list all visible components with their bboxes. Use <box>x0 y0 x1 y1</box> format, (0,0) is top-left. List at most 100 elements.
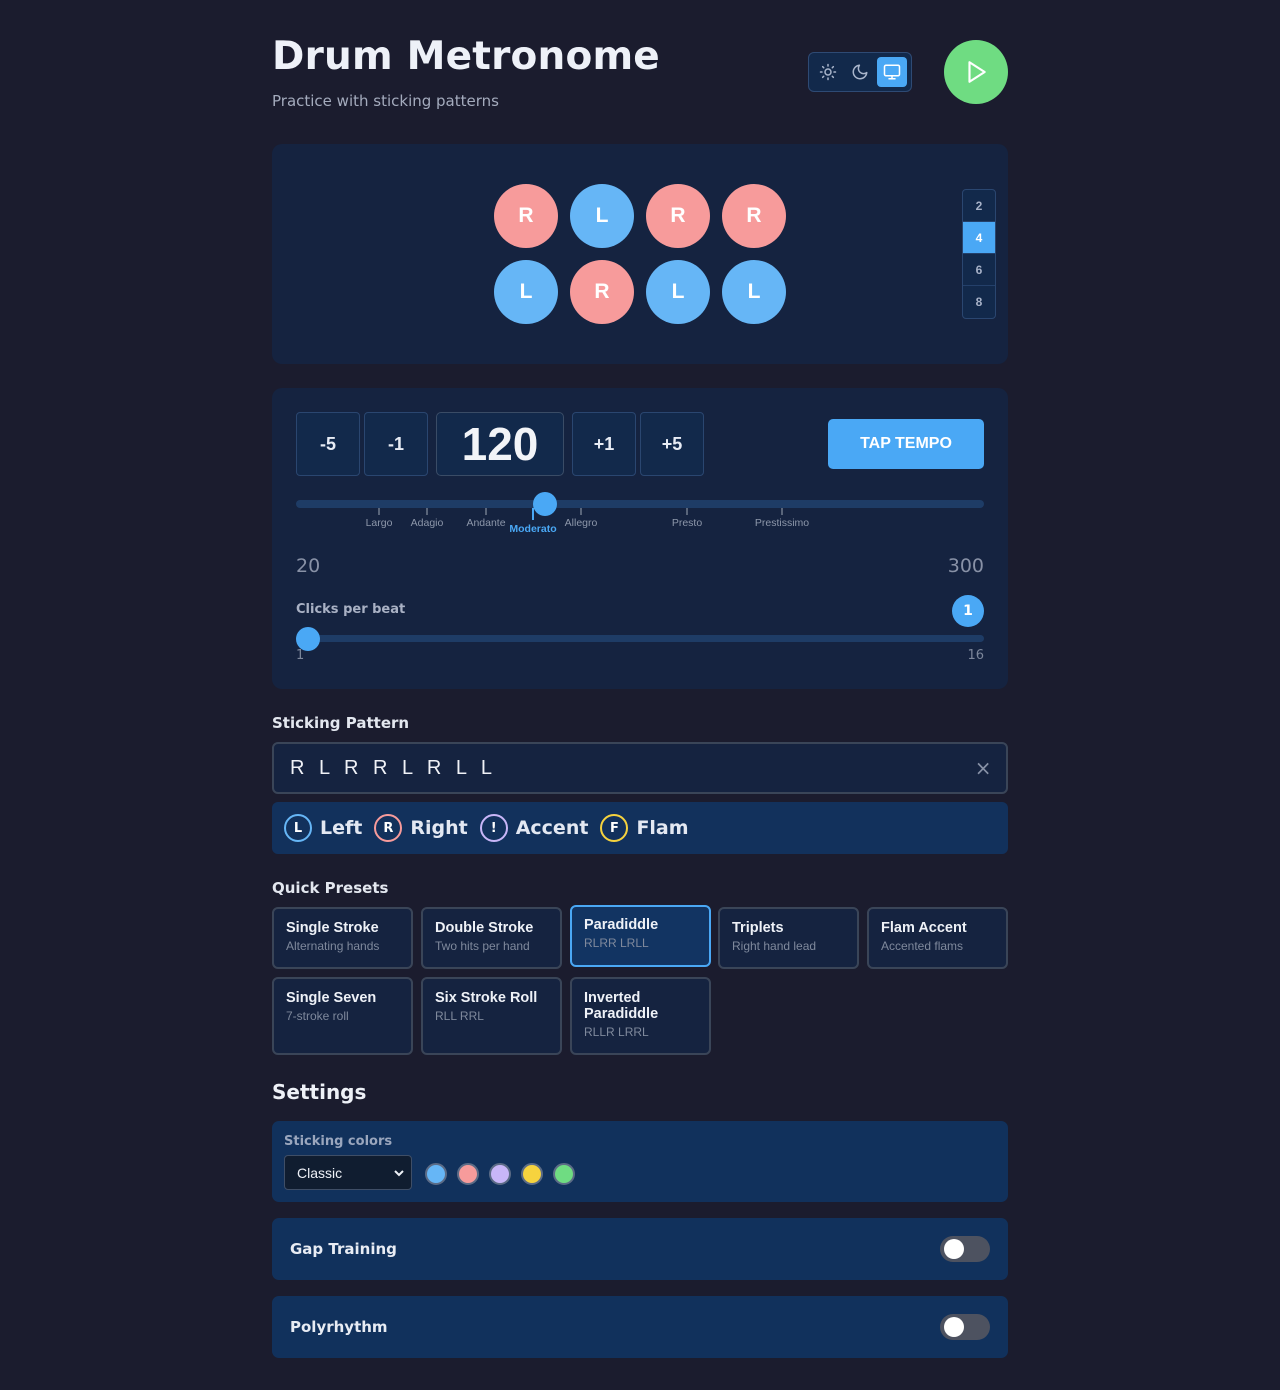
tempo-marking-label-active: Moderato <box>509 523 557 535</box>
tempo-max-label: 300 <box>947 555 984 577</box>
preset-six-stroke-roll[interactable]: Six Stroke Roll RLL RRL <box>421 977 562 1055</box>
beat-indicator[interactable]: R <box>722 184 786 248</box>
color-swatch-accent[interactable] <box>489 1163 511 1185</box>
legend-flam-label: Flam <box>636 817 689 839</box>
quick-presets-label: Quick Presets <box>272 879 389 897</box>
polyrhythm-panel: Polyrhythm <box>272 1296 1008 1358</box>
subdivision-option[interactable]: 8 <box>963 286 995 318</box>
tempo-tick <box>781 508 783 515</box>
theme-system-button[interactable] <box>877 57 907 87</box>
beat-indicator[interactable]: R <box>570 260 634 324</box>
subdivision-option[interactable]: 4 <box>963 222 995 254</box>
legend-accent-label: Accent <box>515 817 589 839</box>
sticking-pattern-input[interactable]: R L R R L R L L × <box>272 742 1008 794</box>
color-scheme-select[interactable]: Classic <box>284 1155 412 1190</box>
tempo-tick <box>686 508 688 515</box>
gap-training-label: Gap Training <box>290 1240 397 1258</box>
subdivision-option[interactable]: 2 <box>963 190 995 222</box>
preset-description: Alternating hands <box>286 939 380 953</box>
color-swatch-flam[interactable] <box>521 1163 543 1185</box>
beat-indicator[interactable]: R <box>646 184 710 248</box>
preset-single-seven[interactable]: Single Seven 7-stroke roll <box>272 977 413 1055</box>
tempo-marking-label: Presto <box>671 517 703 529</box>
clear-pattern-icon[interactable]: × <box>975 756 992 780</box>
beat-indicator[interactable]: L <box>494 260 558 324</box>
beat-indicator[interactable]: L <box>570 184 634 248</box>
preset-description: RLRR LRLL <box>584 936 649 950</box>
tempo-tick <box>426 508 428 515</box>
preset-name: Six Stroke Roll <box>435 990 538 1006</box>
tempo-marking-label: Adagio <box>410 517 444 529</box>
sticking-pattern-label: Sticking Pattern <box>272 714 410 732</box>
subdivision-option[interactable]: 6 <box>963 254 995 286</box>
clicks-min-label: 1 <box>296 648 305 663</box>
preset-description: RLLR LRRL <box>584 1025 649 1039</box>
beat-visualizer: R L R R L R L L <box>272 144 1008 364</box>
tempo-minus-1-button[interactable]: -1 <box>364 412 428 476</box>
play-button[interactable] <box>944 40 1008 104</box>
tempo-minus-5-button[interactable]: -5 <box>296 412 360 476</box>
preset-description: Accented flams <box>881 939 964 953</box>
beat-indicator[interactable]: L <box>722 260 786 324</box>
gap-training-panel: Gap Training <box>272 1218 1008 1280</box>
gap-training-toggle[interactable] <box>940 1236 990 1262</box>
preset-name: Flam Accent <box>881 920 967 936</box>
preset-description: Right hand lead <box>732 939 817 953</box>
theme-switcher <box>808 52 912 92</box>
right-symbol-icon: R <box>374 814 403 842</box>
clicks-per-beat-label: Clicks per beat <box>296 602 406 617</box>
tap-tempo-button[interactable]: TAP TEMPO <box>828 419 984 469</box>
clicks-slider-track[interactable] <box>296 635 984 642</box>
preset-name: Inverted Paradiddle <box>584 990 659 1022</box>
clicks-per-beat-value: 1 <box>952 595 984 627</box>
preset-description: Two hits per hand <box>435 939 530 953</box>
sticking-pattern-value: R L R R L R L L <box>290 756 493 779</box>
tempo-marking-label: Allegro <box>564 517 598 529</box>
preset-name: Double Stroke <box>435 920 534 936</box>
tempo-marking-label: Andante <box>466 517 506 529</box>
settings-title: Settings <box>272 1080 367 1104</box>
preset-name: Paradiddle <box>584 917 659 933</box>
app-subtitle: Practice with sticking patterns <box>272 92 499 110</box>
sun-icon <box>819 63 837 81</box>
tempo-plus-1-button[interactable]: +1 <box>572 412 636 476</box>
theme-dark-button[interactable] <box>845 57 875 87</box>
tempo-slider-track[interactable] <box>296 500 984 508</box>
preset-flam-accent[interactable]: Flam Accent Accented flams <box>867 907 1008 969</box>
moon-icon <box>852 64 868 80</box>
tempo-plus-5-button[interactable]: +5 <box>640 412 704 476</box>
tempo-slider-thumb[interactable] <box>533 492 557 516</box>
clicks-max-label: 16 <box>967 648 984 663</box>
toggle-knob <box>944 1239 964 1259</box>
legend-left-label: Left <box>320 817 363 839</box>
color-scheme-value: Classic <box>297 1164 343 1181</box>
tempo-tick <box>580 508 582 515</box>
beat-indicator[interactable]: L <box>646 260 710 324</box>
tempo-marking-label: Prestissimo <box>754 517 810 529</box>
tempo-tick <box>378 508 380 515</box>
tempo-tick <box>485 508 487 515</box>
preset-name: Single Stroke <box>286 920 379 936</box>
tempo-marking-label: Largo <box>365 517 393 529</box>
toggle-knob <box>944 1317 964 1337</box>
preset-inverted-paradiddle[interactable]: Inverted Paradiddle RLLR LRRL <box>570 977 711 1055</box>
tempo-tick <box>532 508 534 520</box>
theme-light-button[interactable] <box>813 57 843 87</box>
preset-single-stroke[interactable]: Single Stroke Alternating hands <box>272 907 413 969</box>
color-swatch-extra[interactable] <box>553 1163 575 1185</box>
color-swatch-right[interactable] <box>457 1163 479 1185</box>
preset-description: RLL RRL <box>435 1009 484 1023</box>
subdivision-selector: 2 4 6 8 <box>962 189 996 319</box>
polyrhythm-toggle[interactable] <box>940 1314 990 1340</box>
preset-paradiddle[interactable]: Paradiddle RLRR LRLL <box>570 905 711 967</box>
color-swatch-left[interactable] <box>425 1163 447 1185</box>
beat-indicator[interactable]: R <box>494 184 558 248</box>
preset-double-stroke[interactable]: Double Stroke Two hits per hand <box>421 907 562 969</box>
polyrhythm-label: Polyrhythm <box>290 1318 388 1336</box>
preset-description: 7-stroke roll <box>286 1009 349 1023</box>
bpm-display[interactable]: 120 <box>436 412 564 476</box>
monitor-icon <box>883 64 901 80</box>
preset-triplets[interactable]: Triplets Right hand lead <box>718 907 859 969</box>
tempo-controls: -5 -1 120 +1 +5 TAP TEMPO Largo Adagio A… <box>272 388 1008 689</box>
flam-symbol-icon: F <box>600 814 629 842</box>
